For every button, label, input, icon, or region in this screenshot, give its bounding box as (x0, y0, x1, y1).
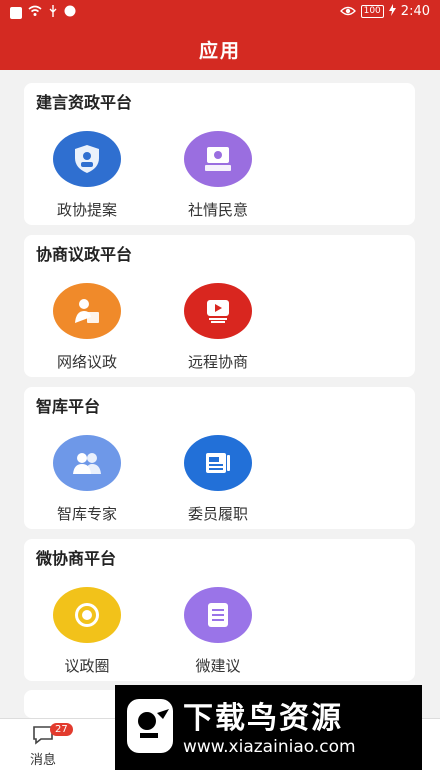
app-remote-consult[interactable]: 远程协商 (168, 283, 268, 372)
section-card-xieshang: 协商议政平台 网络议政 远程协商 (24, 235, 415, 377)
monitor-inbox-icon (184, 131, 252, 187)
app-label: 远程协商 (187, 353, 248, 371)
app-label: 政协提案 (56, 201, 117, 219)
message-count-badge: 27 (50, 723, 73, 736)
nav-item-messages[interactable]: 27 消息 (8, 723, 78, 768)
section-title: 协商议政平台 (36, 245, 133, 264)
app-label: 智库专家 (56, 505, 117, 523)
chat-bubble-icon (32, 726, 54, 749)
section-card-jianyan: 建言资政平台 政协提案 社情民意 (24, 83, 415, 225)
list-doc-icon (184, 587, 252, 643)
notification-icon (10, 6, 22, 19)
app-label: 议政圈 (64, 657, 110, 675)
app-label: 社情民意 (187, 201, 248, 219)
section-card-zhiku: 智库平台 智库专家 委员履职 (24, 387, 415, 529)
app-header: 100 2:40 应用 (0, 0, 440, 70)
app-public-opinion[interactable]: 社情民意 (168, 131, 268, 220)
section-title: 建言资政平台 (36, 93, 133, 112)
charging-icon (388, 4, 396, 19)
watermark-title: 下载鸟资源 (183, 701, 343, 736)
group-users-icon (53, 435, 121, 491)
battery-indicator: 100 (360, 5, 384, 18)
app-notification-icon (64, 5, 76, 20)
shield-user-icon (53, 131, 121, 187)
wifi-icon (28, 5, 42, 20)
usb-icon (48, 5, 58, 20)
video-play-icon (184, 283, 252, 339)
status-bar: 100 2:40 (0, 0, 440, 24)
person-writing-icon (53, 283, 121, 339)
app-label: 微建议 (195, 657, 241, 675)
newspaper-pen-icon (184, 435, 252, 491)
bird-logo-icon (123, 695, 179, 759)
section-card-weixieshang: 微协商平台 议政圈 微建议 (24, 539, 415, 681)
watermark-banner: 下载鸟资源 www.xiazainiao.com (115, 685, 422, 770)
circle-ring-icon (53, 587, 121, 643)
app-label: 委员履职 (187, 505, 248, 523)
app-member-duties[interactable]: 委员履职 (168, 435, 268, 524)
watermark-url: www.xiazainiao.com (183, 737, 356, 757)
section-title: 微协商平台 (36, 549, 117, 568)
app-proposal[interactable]: 政协提案 (37, 131, 137, 220)
nav-label: 消息 (29, 753, 56, 768)
section-title: 智库平台 (36, 397, 101, 416)
app-micro-suggestion[interactable]: 微建议 (168, 587, 268, 676)
eye-icon (339, 5, 356, 19)
app-label: 网络议政 (56, 353, 117, 371)
app-discussion-circle[interactable]: 议政圈 (37, 587, 137, 676)
app-online-discussion[interactable]: 网络议政 (37, 283, 137, 372)
page-title: 应用 (198, 40, 241, 62)
app-think-tank-experts[interactable]: 智库专家 (37, 435, 137, 524)
status-time: 2:40 (400, 4, 430, 19)
